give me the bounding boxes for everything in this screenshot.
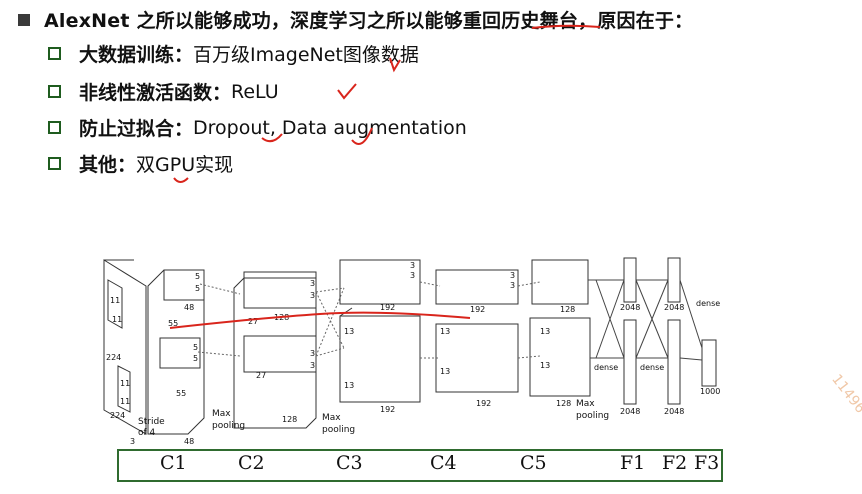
dense-label: dense bbox=[640, 363, 664, 372]
f1-units: 2048 bbox=[620, 407, 640, 416]
conv2-bottom bbox=[243, 335, 317, 373]
conv2-kernel: 3 bbox=[310, 291, 315, 300]
stride-label: of 4 bbox=[138, 428, 156, 438]
layer-label-f3: F3 bbox=[694, 452, 720, 474]
conv3-depth: 192 bbox=[380, 303, 395, 312]
input-channels: 3 bbox=[130, 437, 135, 446]
input-size: 224 bbox=[110, 411, 125, 420]
conv2-size: 27 bbox=[256, 371, 266, 380]
f1-top bbox=[623, 257, 637, 303]
conv5-depth: 128 bbox=[560, 305, 575, 314]
conv5-size: 13 bbox=[540, 327, 550, 336]
conv4-kernel: 3 bbox=[510, 271, 515, 280]
gpu-split-annotation bbox=[169, 311, 471, 329]
conv4-size: 13 bbox=[440, 327, 450, 336]
input-image bbox=[103, 259, 147, 435]
alexnet-diagram: 224 224 11 11 11 11 Stride of 4 3 48 48 … bbox=[103, 257, 720, 446]
conv4-depth: 192 bbox=[476, 399, 491, 408]
layer-label-f1: F1 bbox=[620, 452, 646, 474]
conv1-size: 55 bbox=[176, 389, 186, 398]
fc-connections bbox=[588, 279, 703, 361]
conv1-kernel: 5 bbox=[193, 354, 198, 363]
output-layer bbox=[701, 339, 717, 387]
check-mark bbox=[173, 177, 189, 183]
layer-label-c5: C5 bbox=[520, 452, 547, 474]
pool-label: pooling bbox=[322, 425, 355, 435]
output-units: 1000 bbox=[700, 387, 720, 396]
layer-label-c4: C4 bbox=[430, 452, 457, 474]
conv2-top bbox=[243, 271, 317, 309]
conv4-kernel: 3 bbox=[510, 281, 515, 290]
conv1-kernel: 5 bbox=[193, 343, 198, 352]
f1-bottom bbox=[623, 319, 637, 405]
underline-mark bbox=[531, 24, 601, 29]
dense-label: dense bbox=[696, 299, 720, 308]
conv2-block bbox=[233, 277, 317, 429]
check-mark bbox=[351, 127, 373, 145]
conv2-depth: 128 bbox=[282, 415, 297, 424]
layer-label-f2: F2 bbox=[662, 452, 688, 474]
check-mark bbox=[261, 133, 283, 143]
pool-label: pooling bbox=[576, 411, 609, 421]
check-mark bbox=[389, 57, 401, 73]
pool-label: Max bbox=[212, 409, 231, 419]
conv1-block bbox=[147, 269, 205, 435]
conv3-size: 13 bbox=[344, 381, 354, 390]
kernel-size: 11 bbox=[120, 397, 130, 406]
conv3-kernel: 3 bbox=[410, 271, 415, 280]
input-size: 224 bbox=[106, 353, 121, 362]
conv5-bottom bbox=[529, 317, 591, 397]
conv3-top bbox=[339, 259, 421, 305]
conv2-kernel: 3 bbox=[310, 349, 315, 358]
annotation-marks bbox=[173, 24, 601, 183]
layer-label-c2: C2 bbox=[238, 452, 265, 474]
kernel-size: 11 bbox=[110, 296, 120, 305]
conv1-kernel: 5 bbox=[195, 272, 200, 281]
check-mark bbox=[337, 83, 357, 100]
conv1-kernel: 5 bbox=[195, 284, 200, 293]
f2-units: 2048 bbox=[664, 303, 684, 312]
layer-label-c3: C3 bbox=[336, 452, 363, 474]
kernel-size: 11 bbox=[112, 315, 122, 324]
conv2-kernel: 3 bbox=[310, 279, 315, 288]
conv1-depth: 48 bbox=[184, 303, 194, 312]
conv5-size: 13 bbox=[540, 361, 550, 370]
f2-bottom bbox=[667, 319, 681, 405]
layer-label-c1: C1 bbox=[160, 452, 187, 474]
conv4-depth: 192 bbox=[470, 305, 485, 314]
conv2-kernel: 3 bbox=[310, 361, 315, 370]
conv3-size: 13 bbox=[344, 327, 354, 336]
pool-label: pooling bbox=[212, 421, 245, 431]
f2-top bbox=[667, 257, 681, 303]
conv1-depth: 48 bbox=[184, 437, 194, 446]
pool-label: Max bbox=[576, 399, 595, 409]
kernel-size: 11 bbox=[120, 379, 130, 388]
stride-label: Stride bbox=[138, 417, 165, 427]
conv5-depth: 128 bbox=[556, 399, 571, 408]
pool-label: Max bbox=[322, 413, 341, 423]
f1-units: 2048 bbox=[620, 303, 640, 312]
conv4-top bbox=[435, 269, 519, 305]
conv3-depth: 192 bbox=[380, 405, 395, 414]
conv3-kernel: 3 bbox=[410, 261, 415, 270]
conv4-size: 13 bbox=[440, 367, 450, 376]
dense-label: dense bbox=[594, 363, 618, 372]
conv5-top bbox=[531, 259, 589, 305]
f2-units: 2048 bbox=[664, 407, 684, 416]
